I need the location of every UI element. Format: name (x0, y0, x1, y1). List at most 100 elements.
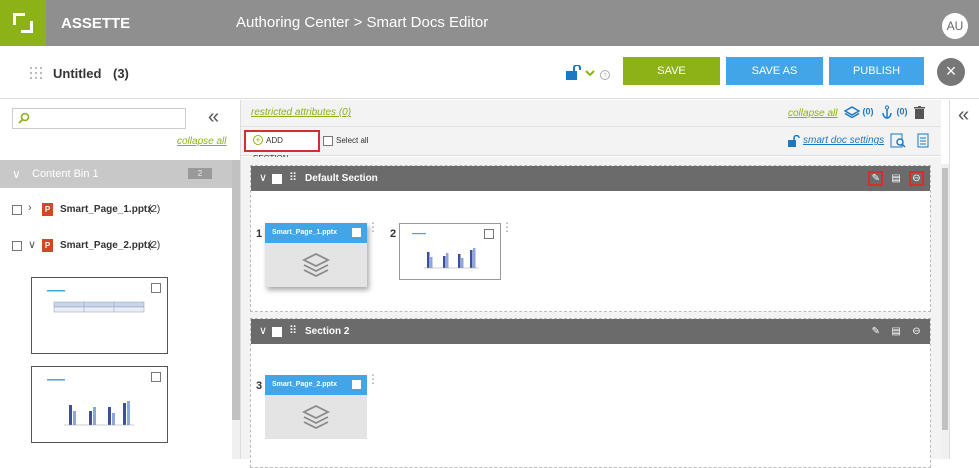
collapse-panel-icon[interactable]: « (208, 106, 219, 129)
anchor-icon[interactable] (880, 105, 894, 119)
restricted-attributes-link[interactable]: restricted attributes (0) (251, 107, 351, 118)
avatar[interactable]: AU (942, 13, 968, 39)
collapse-all-link[interactable]: collapse all (177, 136, 226, 147)
unlock-icon[interactable]: ? (566, 65, 612, 81)
chevron-down-icon[interactable]: ∨ (259, 324, 267, 337)
notes-icon[interactable]: ▤ (889, 324, 904, 339)
drag-handle-icon[interactable]: ⠿ (289, 171, 297, 184)
section-actions: ✎ ▤ ⊖ (866, 323, 924, 339)
slide-checkbox[interactable] (352, 228, 361, 237)
breadcrumb[interactable]: Authoring Center > Smart Docs Editor (236, 14, 488, 31)
table-slide-preview (47, 290, 145, 313)
chart-slide-preview (47, 379, 134, 426)
drag-handle-icon[interactable]: ⠿ (289, 324, 297, 337)
content-bin-header[interactable]: ∨ Content Bin 1 2 (0, 160, 232, 188)
slide-title: Smart_Page_1.pptx (272, 229, 337, 236)
powerpoint-icon: P (42, 239, 53, 252)
collapse-all-link[interactable]: collapse all (788, 108, 837, 119)
chevron-down-icon[interactable]: ∨ (28, 238, 36, 251)
powerpoint-icon: P (42, 203, 53, 216)
slide-title: Smart_Page_2.pptx (272, 381, 337, 388)
lock-icon[interactable] (788, 135, 800, 147)
slide-checkbox[interactable] (151, 283, 161, 293)
kebab-menu-icon[interactable]: ⋮ (501, 221, 513, 233)
section-checkbox[interactable] (272, 174, 282, 184)
section-checkbox[interactable] (272, 327, 282, 337)
chevron-down-icon[interactable]: ∨ (12, 167, 21, 181)
remove-section-icon[interactable]: ⊖ (909, 171, 924, 186)
slide-number: 2 (390, 228, 397, 240)
section-2: ∨ ⠿ Section 2 ✎ ▤ ⊖ 3 Smart_Page_2.pptx … (250, 318, 931, 468)
section-header[interactable]: ∨ ⠿ Section 2 ✎ ▤ ⊖ (251, 319, 930, 344)
layers-count: (0) (862, 106, 874, 117)
search-input[interactable] (12, 108, 186, 129)
section-default: ∨ ⠿ Default Section ✎ ▤ ⊖ 1 Smart_Page_1… (250, 165, 931, 312)
edit-icon[interactable]: ✎ (868, 324, 883, 339)
right-collapsed-panel: « (949, 100, 979, 459)
left-scrollbar[interactable] (232, 160, 240, 459)
slide-card-body (265, 395, 367, 439)
content-bin-panel: « collapse all ∨ Content Bin 1 2 › P Sma… (0, 100, 241, 459)
close-button[interactable]: × (937, 58, 965, 86)
slide-card-header: Smart_Page_1.pptx (265, 223, 367, 243)
document-count: (3) (113, 66, 129, 81)
publish-button[interactable]: PUBLISH (829, 57, 924, 85)
scrollbar-thumb[interactable] (942, 168, 948, 430)
logo-icon[interactable] (0, 0, 46, 46)
slide-card[interactable]: 1 Smart_Page_1.pptx ⋮ (256, 221, 379, 287)
slide-card-header: Smart_Page_2.pptx (265, 375, 367, 395)
anchor-count: (0) (896, 106, 908, 117)
editor-toolbar-top: restricted attributes (0) collapse all (… (241, 100, 941, 127)
remove-section-icon[interactable]: ⊖ (909, 324, 924, 339)
file-checkbox[interactable] (12, 205, 22, 215)
smart-doc-settings-link[interactable]: smart doc settings (803, 135, 884, 146)
slide-preview (399, 223, 501, 280)
file-name: Smart_Page_1.pptx (60, 204, 153, 215)
bin-count-badge: 2 (188, 168, 212, 179)
slide-card[interactable]: 3 Smart_Page_2.pptx ⋮ (256, 373, 379, 439)
bin-title: Content Bin 1 (32, 168, 99, 180)
file-name: Smart_Page_2.pptx (60, 240, 153, 251)
slide-thumbnail[interactable] (31, 277, 168, 354)
layers-icon (301, 404, 331, 430)
slide-checkbox[interactable] (352, 380, 361, 389)
select-all-checkbox[interactable] (323, 136, 333, 146)
file-count: (2) (148, 240, 161, 251)
slide-number: 1 (256, 228, 263, 240)
layers-icon (301, 252, 331, 278)
svg-text:?: ? (603, 74, 607, 80)
edit-icon[interactable]: ✎ (868, 171, 884, 186)
preview-search-icon[interactable] (890, 133, 906, 148)
plus-icon: + (253, 135, 263, 145)
section-actions: ✎ ▤ ⊖ (866, 170, 924, 186)
slide-card[interactable]: 2 ⋮ (390, 221, 513, 280)
add-section-button[interactable]: +ADD SECTION (244, 130, 320, 163)
document-title[interactable]: Untitled (53, 66, 101, 81)
editor-area: restricted attributes (0) collapse all (… (241, 100, 941, 468)
kebab-menu-icon[interactable]: ⋮ (367, 373, 379, 385)
kebab-menu-icon[interactable]: ⋮ (367, 221, 379, 233)
notes-icon[interactable]: ▤ (889, 171, 904, 186)
layers-icon[interactable] (843, 106, 861, 119)
slide-thumbnail[interactable] (31, 366, 168, 443)
section-name: Section 2 (305, 326, 350, 337)
scrollbar-thumb[interactable] (232, 160, 240, 420)
editor-icons (890, 133, 929, 151)
section-header[interactable]: ∨ ⠿ Default Section ✎ ▤ ⊖ (251, 166, 930, 191)
slide-checkbox[interactable] (484, 229, 494, 239)
chevron-right-icon[interactable]: › (28, 202, 32, 214)
select-all[interactable]: Select all (323, 136, 368, 146)
slide-card-body (265, 243, 367, 287)
expand-panel-icon[interactable]: « (958, 104, 969, 127)
slide-checkbox[interactable] (151, 372, 161, 382)
editor-top-icons: (0) (0) (843, 105, 926, 119)
top-bar: ASSETTE Authoring Center > Smart Docs Ed… (0, 0, 979, 46)
document-icon[interactable] (917, 133, 929, 148)
file-checkbox[interactable] (12, 241, 22, 251)
trash-icon[interactable] (914, 105, 926, 119)
editor-scrollbar[interactable] (941, 164, 949, 459)
save-as-button[interactable]: SAVE AS (726, 57, 823, 85)
sections-container: ∨ ⠿ Default Section ✎ ▤ ⊖ 1 Smart_Page_1… (241, 157, 941, 468)
save-button[interactable]: SAVE (623, 57, 720, 85)
chevron-down-icon[interactable]: ∨ (259, 171, 267, 184)
